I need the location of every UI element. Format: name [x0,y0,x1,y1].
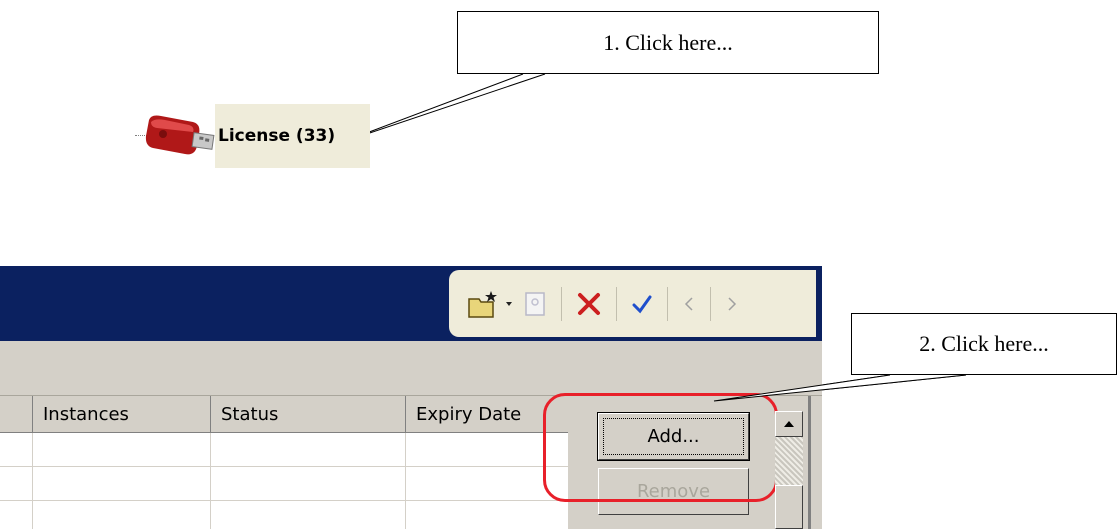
callout-step-2-pointer-overlay [713,374,967,402]
callout-pointer-overlay [713,374,967,402]
